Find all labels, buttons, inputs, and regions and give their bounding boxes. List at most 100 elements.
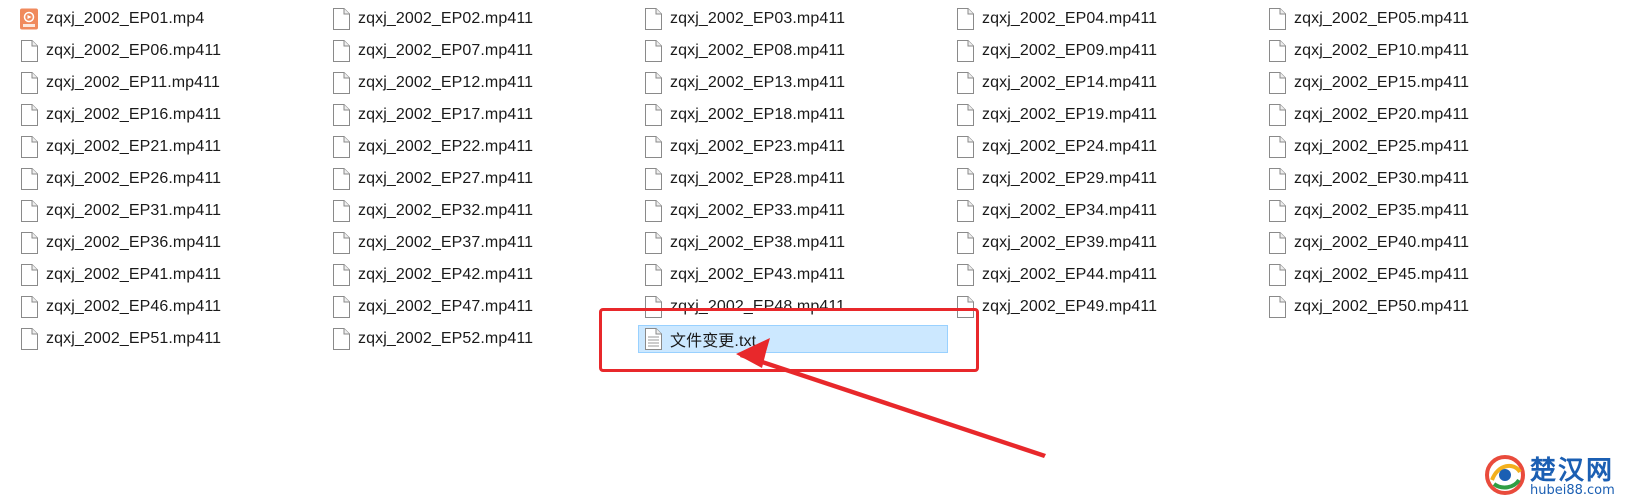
document-file-icon [954,167,976,191]
document-file-icon [1266,39,1288,63]
file-name: zqxj_2002_EP03.mp411 [670,10,846,27]
file-item[interactable]: zqxj_2002_EP24.mp411 [950,133,1260,161]
file-name: zqxj_2002_EP17.mp411 [358,106,534,123]
file-item[interactable]: zqxj_2002_EP44.mp411 [950,261,1260,289]
file-name: zqxj_2002_EP36.mp411 [46,234,222,251]
file-item[interactable]: zqxj_2002_EP46.mp411 [14,293,324,321]
file-item[interactable]: zqxj_2002_EP32.mp411 [326,197,636,225]
document-file-icon [18,167,40,191]
file-item[interactable]: zqxj_2002_EP51.mp411 [14,325,324,353]
file-item[interactable]: zqxj_2002_EP08.mp411 [638,37,948,65]
file-name: zqxj_2002_EP26.mp411 [46,170,222,187]
file-item[interactable]: zqxj_2002_EP41.mp411 [14,261,324,289]
file-item[interactable]: zqxj_2002_EP42.mp411 [326,261,636,289]
file-name: zqxj_2002_EP19.mp411 [982,106,1158,123]
document-file-icon [954,263,976,287]
file-item[interactable]: zqxj_2002_EP38.mp411 [638,229,948,257]
file-name: zqxj_2002_EP13.mp411 [670,74,846,91]
file-item[interactable]: zqxj_2002_EP01.mp4 [14,5,324,33]
file-item[interactable]: zqxj_2002_EP22.mp411 [326,133,636,161]
file-item[interactable]: zqxj_2002_EP52.mp411 [326,325,636,353]
document-file-icon [642,71,664,95]
document-file-icon [1266,295,1288,319]
file-item[interactable]: zqxj_2002_EP17.mp411 [326,101,636,129]
file-item[interactable]: zqxj_2002_EP28.mp411 [638,165,948,193]
document-file-icon [18,103,40,127]
file-item[interactable]: zqxj_2002_EP05.mp411 [1262,5,1572,33]
file-item[interactable]: zqxj_2002_EP16.mp411 [14,101,324,129]
file-name: zqxj_2002_EP32.mp411 [358,202,534,219]
file-item[interactable]: zqxj_2002_EP15.mp411 [1262,69,1572,97]
file-item[interactable]: zqxj_2002_EP02.mp411 [326,5,636,33]
file-item[interactable]: zqxj_2002_EP35.mp411 [1262,197,1572,225]
watermark-subtitle: hubei88.com [1530,483,1615,498]
file-name: zqxj_2002_EP38.mp411 [670,234,846,251]
file-item[interactable]: zqxj_2002_EP27.mp411 [326,165,636,193]
file-item[interactable]: zqxj_2002_EP09.mp411 [950,37,1260,65]
document-file-icon [642,199,664,223]
file-name: zqxj_2002_EP31.mp411 [46,202,222,219]
file-item[interactable]: zqxj_2002_EP43.mp411 [638,261,948,289]
file-name: zqxj_2002_EP04.mp411 [982,10,1158,27]
document-file-icon [954,39,976,63]
file-name: zqxj_2002_EP10.mp411 [1294,42,1470,59]
file-item[interactable]: zqxj_2002_EP04.mp411 [950,5,1260,33]
file-item[interactable]: zqxj_2002_EP18.mp411 [638,101,948,129]
document-file-icon [642,7,664,31]
file-item[interactable]: zqxj_2002_EP21.mp411 [14,133,324,161]
file-name: zqxj_2002_EP42.mp411 [358,266,534,283]
file-item[interactable]: zqxj_2002_EP10.mp411 [1262,37,1572,65]
file-item[interactable]: zqxj_2002_EP37.mp411 [326,229,636,257]
document-file-icon [330,71,352,95]
document-file-icon [642,39,664,63]
file-item[interactable]: zqxj_2002_EP07.mp411 [326,37,636,65]
file-name: zqxj_2002_EP35.mp411 [1294,202,1470,219]
document-file-icon [1266,263,1288,287]
document-file-icon [18,231,40,255]
file-item[interactable]: zqxj_2002_EP31.mp411 [14,197,324,225]
document-file-icon [330,135,352,159]
file-item[interactable]: zqxj_2002_EP49.mp411 [950,293,1260,321]
file-name: zqxj_2002_EP30.mp411 [1294,170,1470,187]
file-item[interactable]: zqxj_2002_EP29.mp411 [950,165,1260,193]
file-name: zqxj_2002_EP16.mp411 [46,106,222,123]
file-item[interactable]: zqxj_2002_EP03.mp411 [638,5,948,33]
file-item[interactable]: zqxj_2002_EP39.mp411 [950,229,1260,257]
file-item[interactable]: zqxj_2002_EP34.mp411 [950,197,1260,225]
file-item[interactable]: zqxj_2002_EP13.mp411 [638,69,948,97]
file-item[interactable]: zqxj_2002_EP40.mp411 [1262,229,1572,257]
file-item[interactable]: zqxj_2002_EP33.mp411 [638,197,948,225]
file-name: zqxj_2002_EP09.mp411 [982,42,1158,59]
file-item[interactable]: zqxj_2002_EP20.mp411 [1262,101,1572,129]
file-item[interactable]: zqxj_2002_EP12.mp411 [326,69,636,97]
file-name: zqxj_2002_EP27.mp411 [358,170,534,187]
file-name: zqxj_2002_EP52.mp411 [358,330,534,347]
document-file-icon [1266,103,1288,127]
file-item[interactable]: zqxj_2002_EP36.mp411 [14,229,324,257]
file-item[interactable]: zqxj_2002_EP45.mp411 [1262,261,1572,289]
file-name: zqxj_2002_EP20.mp411 [1294,106,1470,123]
file-name: zqxj_2002_EP49.mp411 [982,298,1158,315]
document-file-icon [642,167,664,191]
file-item[interactable]: zqxj_2002_EP11.mp411 [14,69,324,97]
file-name: zqxj_2002_EP15.mp411 [1294,74,1470,91]
file-name: zqxj_2002_EP05.mp411 [1294,10,1470,27]
file-item[interactable]: zqxj_2002_EP06.mp411 [14,37,324,65]
document-file-icon [642,135,664,159]
file-name: zqxj_2002_EP23.mp411 [670,138,846,155]
file-item[interactable]: zqxj_2002_EP47.mp411 [326,293,636,321]
file-item[interactable]: zqxj_2002_EP14.mp411 [950,69,1260,97]
file-item[interactable]: zqxj_2002_EP23.mp411 [638,133,948,161]
document-file-icon [642,103,664,127]
file-item[interactable]: zqxj_2002_EP25.mp411 [1262,133,1572,161]
file-item[interactable]: zqxj_2002_EP30.mp411 [1262,165,1572,193]
file-item[interactable]: zqxj_2002_EP50.mp411 [1262,293,1572,321]
document-file-icon [1266,231,1288,255]
document-file-icon [1266,135,1288,159]
file-name: zqxj_2002_EP45.mp411 [1294,266,1470,283]
file-name: zqxj_2002_EP18.mp411 [670,106,846,123]
document-file-icon [18,39,40,63]
file-name: zqxj_2002_EP41.mp411 [46,266,222,283]
file-item[interactable]: zqxj_2002_EP26.mp411 [14,165,324,193]
file-item[interactable]: zqxj_2002_EP19.mp411 [950,101,1260,129]
